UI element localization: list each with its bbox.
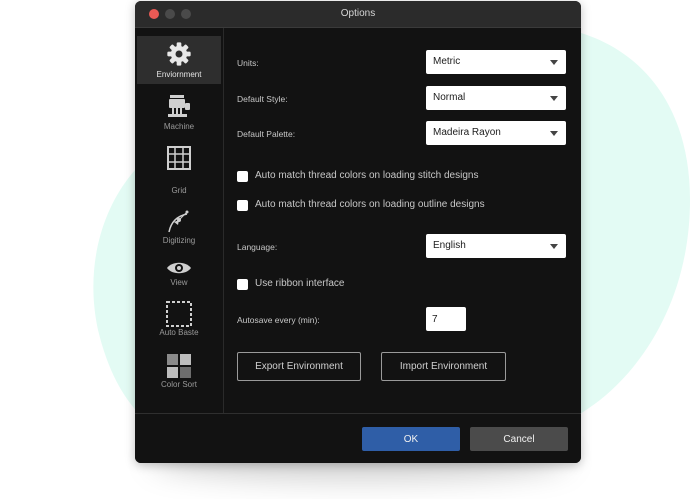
sidebar-item-label: Color Sort	[160, 380, 197, 389]
sidebar-item-grid[interactable]: Grid	[137, 142, 221, 196]
sidebar-item-machine[interactable]: Machine	[137, 90, 221, 134]
units-select[interactable]: Metric	[426, 50, 566, 74]
auto-match-stitch-checkbox[interactable]	[237, 171, 248, 182]
language-label: Language:	[237, 242, 278, 252]
options-dialog: Options Enviornment Machine Grid Digitiz…	[135, 1, 581, 463]
gear-icon	[167, 42, 191, 66]
units-label: Units:	[237, 58, 259, 68]
environment-panel: Units: Metric Default Style: Normal Defa…	[224, 28, 581, 414]
sidebar-item-label: Auto Baste	[159, 328, 199, 337]
chevron-down-icon	[550, 244, 558, 249]
sidebar-item-view[interactable]: View	[137, 256, 221, 292]
auto-match-outline-option[interactable]: Auto match thread colors on loading outl…	[237, 199, 527, 214]
sidebar-item-label: Digitizing	[162, 236, 196, 245]
grid-icon	[167, 146, 191, 170]
title-bar: Options	[135, 1, 581, 28]
language-value: English	[433, 240, 466, 251]
window-title: Options	[340, 8, 376, 19]
auto-match-outline-checkbox[interactable]	[237, 200, 248, 211]
sidebar-item-label: Machine	[163, 122, 195, 131]
sidebar-item-label: Grid	[171, 186, 187, 195]
import-environment-button[interactable]: Import Environment	[381, 352, 506, 381]
default-style-value: Normal	[433, 92, 466, 103]
cancel-button[interactable]: Cancel	[470, 427, 568, 451]
dashed-square-icon	[166, 301, 192, 327]
auto-match-stitch-option[interactable]: Auto match thread colors on loading stit…	[237, 170, 517, 185]
default-palette-select[interactable]: Madeira Rayon	[426, 121, 566, 145]
machine-icon	[168, 95, 190, 117]
ribbon-interface-option[interactable]: Use ribbon interface	[237, 278, 367, 293]
default-style-select[interactable]: Normal	[426, 86, 566, 110]
language-select[interactable]: English	[426, 234, 566, 258]
ribbon-interface-checkbox[interactable]	[237, 279, 248, 290]
auto-match-outline-label: Auto match thread colors on loading outl…	[255, 199, 485, 210]
sidebar-item-auto-baste[interactable]: Auto Baste	[137, 300, 221, 342]
autosave-label: Autosave every (min):	[237, 315, 320, 325]
sidebar-item-environment[interactable]: Enviornment	[137, 36, 221, 84]
color-grid-icon	[167, 354, 191, 378]
sidebar-item-label: View	[170, 278, 188, 287]
default-palette-label: Default Palette:	[237, 129, 296, 139]
default-palette-value: Madeira Rayon	[433, 127, 501, 138]
dialog-footer: OK Cancel	[135, 413, 581, 463]
units-value: Metric	[433, 56, 461, 67]
bezier-pen-icon	[168, 210, 189, 233]
sidebar-item-color-sort[interactable]: Color Sort	[137, 350, 221, 392]
autosave-minutes-input[interactable]	[426, 307, 466, 331]
sidebar-item-label: Enviornment	[156, 70, 202, 79]
options-sidebar: Enviornment Machine Grid Digitizing View…	[135, 28, 224, 414]
export-environment-button[interactable]: Export Environment	[237, 352, 361, 381]
ribbon-interface-label: Use ribbon interface	[255, 278, 345, 289]
ok-button[interactable]: OK	[362, 427, 460, 451]
chevron-down-icon	[550, 96, 558, 101]
sidebar-item-digitizing[interactable]: Digitizing	[137, 206, 221, 248]
chevron-down-icon	[550, 131, 558, 136]
chevron-down-icon	[550, 60, 558, 65]
default-style-label: Default Style:	[237, 94, 288, 104]
auto-match-stitch-label: Auto match thread colors on loading stit…	[255, 170, 479, 181]
